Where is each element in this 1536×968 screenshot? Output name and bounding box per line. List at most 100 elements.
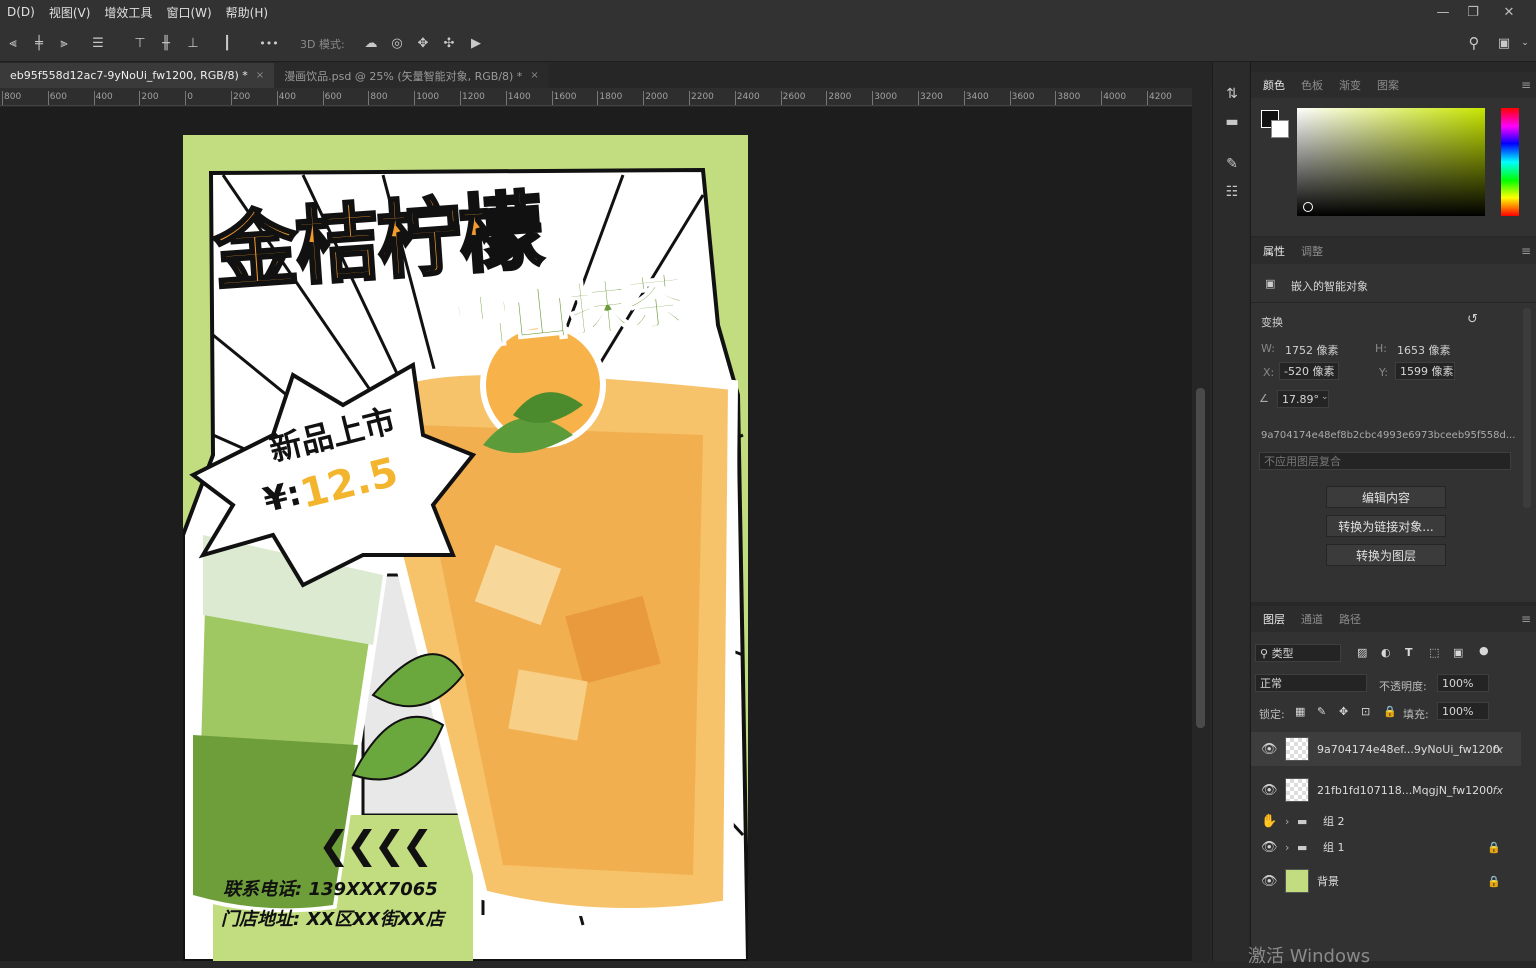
menu-item-view[interactable]: 视图(V) [42,4,98,21]
close-icon[interactable]: × [256,70,264,81]
history-icon[interactable]: ⇅ [1222,84,1242,104]
layer-row-background[interactable]: 👁 背景 🔒 [1251,864,1521,898]
align-left-icon[interactable]: ⫷ [4,34,22,52]
3d-pan-icon[interactable]: ✥ [414,34,432,52]
filter-shape-icon[interactable]: ⬚ [1429,646,1439,659]
lock-artboard-icon[interactable]: ⊡ [1361,705,1370,718]
workspace-icon[interactable]: ▣ [1495,34,1513,52]
fill-input[interactable]: 100% [1437,702,1489,720]
lock-move-icon[interactable]: ✥ [1339,705,1348,718]
search-icon[interactable]: ⚲ [1465,34,1483,52]
align-right-icon[interactable]: ⫸ [55,34,73,52]
tab-document-1[interactable]: eb95f558d12ac7-9yNoUi_fw1200, RGB/8) * × [0,63,274,88]
filter-toggle-icon[interactable]: ● [1479,644,1489,657]
layer-name: 组 1 [1323,839,1345,855]
fx-icon[interactable]: fx [1493,784,1503,797]
color-picker-cursor[interactable] [1303,202,1313,212]
comment-icon[interactable]: ▬ [1222,112,1242,132]
chevron-down-icon[interactable]: ⌄ [1321,392,1329,402]
panel-menu-icon[interactable]: ≡ [1521,612,1531,626]
edit-contents-button[interactable]: 编辑内容 [1326,486,1446,508]
tab-document-2[interactable]: 漫画饮品.psd @ 25% (矢量智能对象, RGB/8) * × [274,63,549,88]
layers-panel-tabs: 图层 通道 路径 [1251,606,1536,632]
tab-gradients[interactable]: 渐变 [1331,77,1369,93]
y-input[interactable]: 1599 像素 [1395,362,1455,380]
horizontal-ruler[interactable]: 8006004002000200400600800100012001400160… [0,88,1195,106]
3d-orbit-icon[interactable]: ☁ [362,34,380,52]
tab-properties[interactable]: 属性 [1255,243,1293,259]
panel-menu-icon[interactable]: ≡ [1521,78,1531,92]
menu-item-d[interactable]: D(D) [0,5,42,19]
menu-item-plugins[interactable]: 增效工具 [97,4,159,21]
close-icon[interactable]: × [530,70,538,81]
reset-transform-icon[interactable]: ↺ [1467,312,1478,327]
eye-icon[interactable]: 👁 [1261,742,1278,757]
align-bottom-icon[interactable]: ⊥ [184,34,202,52]
ruler-tick [2,91,3,105]
tab-adjustments[interactable]: 调整 [1293,243,1331,259]
lock-transparent-icon[interactable]: ▦ [1295,705,1305,718]
align-middle-icon[interactable]: ╫ [157,34,175,52]
tab-swatches[interactable]: 色板 [1293,77,1331,93]
close-window-button[interactable]: ✕ [1494,0,1524,24]
hue-slider[interactable] [1501,108,1519,216]
more-options-icon[interactable]: ••• [260,34,278,52]
canvas-scrollbar[interactable] [1192,88,1210,961]
hand-cursor-icon[interactable]: ✋ [1261,814,1277,829]
chevron-right-icon[interactable]: › [1285,841,1289,854]
properties-scrollbar[interactable] [1523,308,1531,508]
menu-item-window[interactable]: 窗口(W) [159,4,218,21]
chevron-down-icon[interactable]: ⌄ [1516,34,1534,52]
filter-type-icon[interactable]: T [1405,646,1413,659]
brush-settings-icon[interactable]: ✎ [1222,154,1242,174]
tab-color[interactable]: 颜色 [1255,77,1293,93]
opacity-input[interactable]: 100% [1437,674,1489,692]
convert-to-layers-button[interactable]: 转换为图层 [1326,544,1446,566]
eye-icon[interactable]: 👁 [1261,874,1278,889]
adjust-sliders-icon[interactable]: ☷ [1222,182,1242,202]
restore-button[interactable]: ❐ [1458,0,1488,24]
filter-smart-icon[interactable]: ▣ [1453,646,1463,659]
eye-icon[interactable]: 👁 [1261,840,1278,855]
height-value[interactable]: 1653 像素 [1397,342,1451,358]
distribute-icon[interactable]: ☰ [89,34,107,52]
layer-comp-select[interactable]: 不应用图层复合 [1259,452,1511,470]
filter-adjustment-icon[interactable]: ◐ [1381,646,1391,659]
menu-item-help[interactable]: 帮助(H) [219,4,275,21]
layer-row-group-2[interactable]: ✋ › ▬ 组 2 [1251,808,1521,834]
convert-to-linked-button[interactable]: 转换为链接对象... [1326,515,1446,537]
fx-icon[interactable]: fx [1493,743,1503,756]
ruler-tick [231,91,232,105]
tab-layers[interactable]: 图层 [1255,611,1293,627]
canvas-area[interactable]: 金桔柠檬 雪山抹茶 新品上市 ¥: 12.5 ❮❮❮❮ 联系电话: 139XXX… [0,107,1192,961]
3d-roll-icon[interactable]: ◎ [388,34,406,52]
panel-menu-icon[interactable]: ≡ [1521,244,1531,258]
eye-icon[interactable]: 👁 [1261,783,1278,798]
layer-filter-select[interactable]: ⚲ 类型 [1255,644,1341,662]
scrollbar-thumb[interactable] [1196,388,1205,728]
align-top-icon[interactable]: ⊤ [131,34,149,52]
tab-channels[interactable]: 通道 [1293,611,1331,627]
filter-pixel-icon[interactable]: ▨ [1357,646,1367,659]
menu-bar: D(D) 视图(V) 增效工具 窗口(W) 帮助(H) — ❐ ✕ [0,0,1536,24]
ruler-label: 1200 [462,92,485,102]
blend-mode-select[interactable]: 正常 [1255,674,1367,692]
align-center-icon[interactable]: ╪ [30,34,48,52]
3d-camera-icon[interactable]: ▶ [467,34,485,52]
x-input[interactable]: -520 像素 [1279,362,1339,380]
lock-all-icon[interactable]: 🔒 [1383,705,1397,718]
color-field[interactable] [1297,108,1485,216]
background-swatch[interactable] [1271,120,1289,138]
distribute-vertical-icon[interactable]: ┃ [218,34,236,52]
lock-paint-icon[interactable]: ✎ [1317,705,1326,718]
chevron-right-icon[interactable]: › [1285,815,1289,828]
layer-row-smart-1[interactable]: 👁 9a704174e48ef...9yNoUi_fw1200 fx [1251,732,1521,766]
layer-row-group-1[interactable]: 👁 › ▬ 组 1 🔒 [1251,834,1521,860]
3d-slide-icon[interactable]: ✣ [440,34,458,52]
tab-patterns[interactable]: 图案 [1369,77,1407,93]
poster-artboard[interactable]: 金桔柠檬 雪山抹茶 新品上市 ¥: 12.5 ❮❮❮❮ 联系电话: 139XXX… [183,135,748,961]
tab-paths[interactable]: 路径 [1331,611,1369,627]
width-value[interactable]: 1752 像素 [1285,342,1339,358]
minimize-button[interactable]: — [1428,0,1458,24]
layer-row-smart-2[interactable]: 👁 21fb1fd107118...MqgjN_fw1200 fx [1251,773,1521,807]
